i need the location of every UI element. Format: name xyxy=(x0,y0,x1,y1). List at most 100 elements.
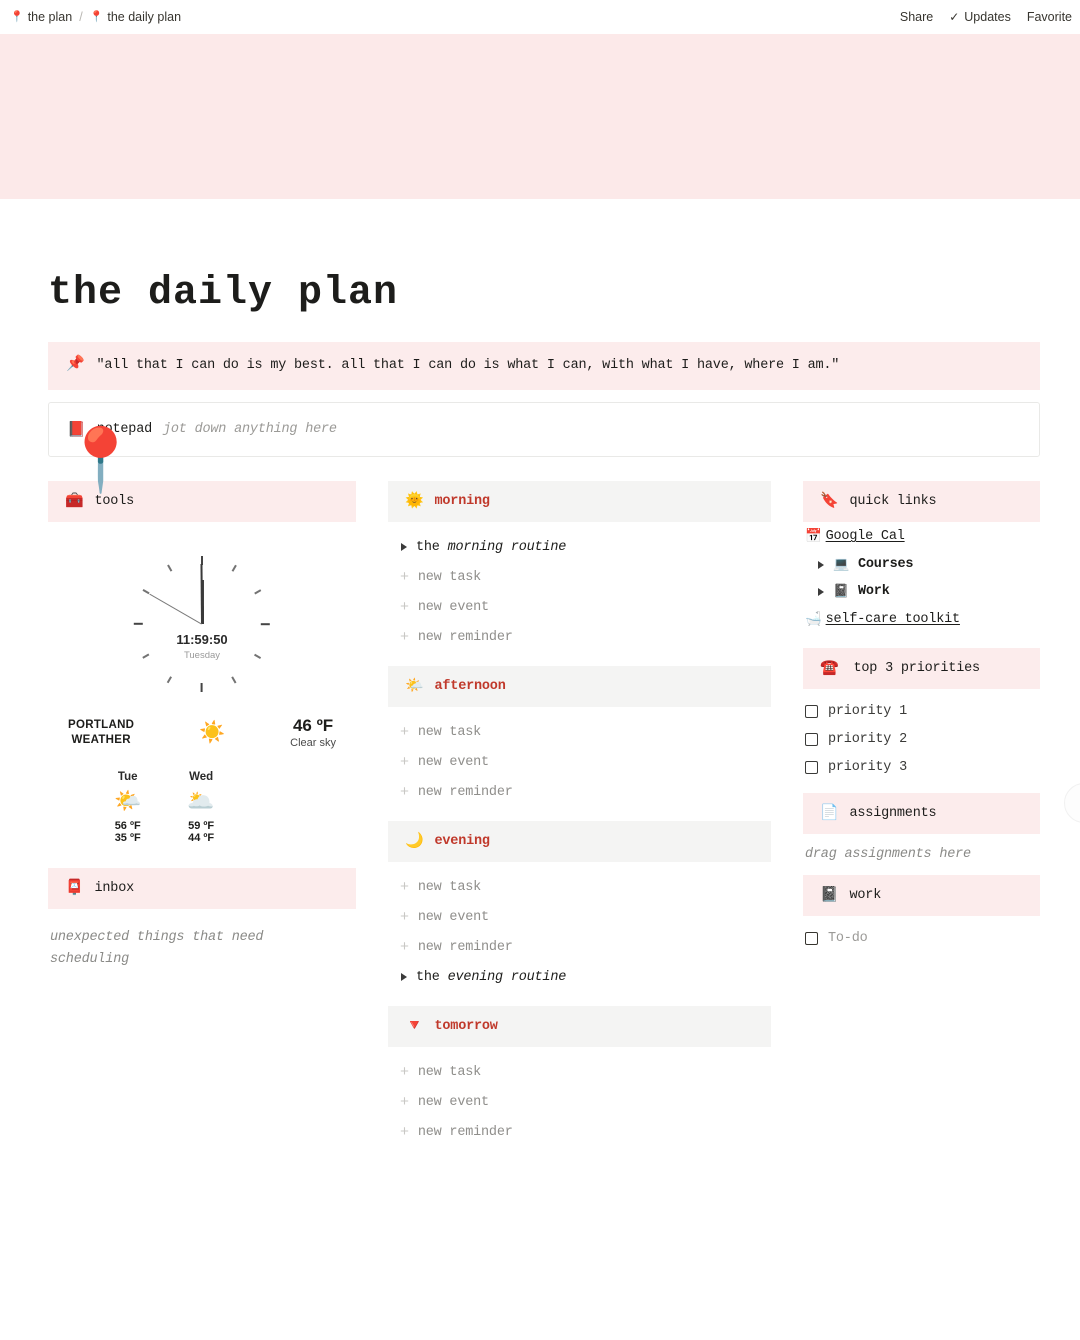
toggle-row[interactable]: the evening routine xyxy=(388,962,771,992)
forecast-day-name: Tue xyxy=(117,771,138,784)
updates-button[interactable]: ✓ Updates xyxy=(949,10,1011,24)
add-row-new-task[interactable]: + new task xyxy=(388,562,771,592)
priority-checkbox-2[interactable]: priority 2 xyxy=(803,725,1040,753)
checkbox-icon[interactable] xyxy=(805,704,818,718)
weather-description: Clear sky xyxy=(290,737,336,750)
add-row-label: new reminder xyxy=(417,939,513,955)
add-row-new-task[interactable]: + new task xyxy=(388,1057,771,1087)
section-header-assignments[interactable]: 📄 assignments xyxy=(803,793,1040,835)
add-row-new-event[interactable]: + new event xyxy=(388,1087,771,1117)
forecast-day: Wed 🌥️ 59 ºF 44 ºF xyxy=(187,771,214,844)
add-row-new-event[interactable]: + new event xyxy=(388,592,771,622)
share-button[interactable]: Share xyxy=(900,10,933,24)
cover-banner[interactable] xyxy=(0,34,1080,199)
weather-widget: PORTLAND WEATHER ☀️ 46 ºF Clear sky Tue … xyxy=(48,716,356,844)
section-header-quick-links[interactable]: 🔖 quick links xyxy=(803,481,1040,523)
add-row-new-reminder[interactable]: + new reminder xyxy=(388,932,771,962)
telephone-icon: ☎️ xyxy=(820,660,839,678)
section-header-evening[interactable]: 🌙 evening xyxy=(388,821,771,863)
checkbox-icon[interactable] xyxy=(805,732,818,746)
forecast-high: 59 ºF xyxy=(188,820,215,833)
priority-label: priority 1 xyxy=(828,703,908,719)
floating-action-circle[interactable] xyxy=(1064,783,1080,823)
breadcrumb-item-the-plan[interactable]: 📍 the plan xyxy=(10,10,72,24)
toggle-row[interactable]: the morning routine xyxy=(388,532,771,562)
quick-link-label: self-care toolkit xyxy=(825,612,961,628)
favorite-button[interactable]: Favorite xyxy=(1027,10,1072,24)
weather-city: PORTLAND xyxy=(68,719,135,732)
add-row-label: new event xyxy=(417,1094,489,1110)
plus-icon: + xyxy=(400,723,409,741)
breadcrumb-label: the daily plan xyxy=(107,10,182,24)
quick-link-toggle-courses[interactable]: 💻 Courses xyxy=(803,551,1040,578)
plus-icon: + xyxy=(400,568,409,586)
plus-icon: + xyxy=(400,753,409,771)
column-left: 🧰 tools 11:59:50 Tuesday PORTLAND WEATHE… xyxy=(48,481,356,970)
plus-icon: + xyxy=(400,628,409,646)
quote-callout[interactable]: 📌 "all that I can do is my best. all tha… xyxy=(48,342,1040,391)
weather-current: PORTLAND WEATHER ☀️ 46 ºF Clear sky xyxy=(68,716,336,749)
checkbox-icon[interactable] xyxy=(805,931,818,945)
weather-word: WEATHER xyxy=(71,733,131,746)
sun-behind-cloud-icon: 🌥️ xyxy=(187,788,215,814)
add-row-new-reminder[interactable]: + new reminder xyxy=(388,777,771,807)
clock-day: Tuesday xyxy=(183,650,221,662)
forecast-low: 44 ºF xyxy=(188,832,215,845)
weather-temperature: 46 ºF xyxy=(292,716,334,736)
page-title[interactable]: the daily plan xyxy=(48,271,1040,316)
toggle-row-label: the morning routine xyxy=(416,539,567,555)
plus-icon: + xyxy=(400,908,409,926)
clock-widget: 11:59:50 Tuesday xyxy=(48,554,356,694)
clock-tick xyxy=(202,623,270,626)
add-row-new-reminder[interactable]: + new reminder xyxy=(388,1117,771,1147)
quick-link-self-care-toolkit[interactable]: 🛁 self-care toolkit xyxy=(803,605,1040,634)
forecast-day: Tue 🌤️ 56 ºF 35 ºF xyxy=(114,771,141,844)
chevron-right-icon xyxy=(818,560,824,569)
section-header-inbox[interactable]: 📮 inbox xyxy=(48,868,356,910)
check-icon: ✓ xyxy=(949,10,960,24)
add-row-label: new event xyxy=(417,754,489,770)
add-row-new-task[interactable]: + new task xyxy=(388,872,771,902)
section-emoji-icon: 🔻 xyxy=(405,1018,424,1036)
add-row-label: new task xyxy=(417,569,482,585)
chevron-right-icon xyxy=(401,973,407,982)
section-header-tomorrow[interactable]: 🔻 tomorrow xyxy=(388,1006,771,1048)
priority-label: priority 2 xyxy=(828,731,908,747)
assignments-drop-hint: drag assignments here xyxy=(805,847,971,863)
quick-link-google-cal[interactable]: 📅 Google Cal xyxy=(803,522,1040,551)
quick-link-toggle-work[interactable]: 📓 Work xyxy=(803,578,1040,605)
page-icon[interactable]: 📍 xyxy=(62,434,139,496)
work-todo-checkbox[interactable]: To-do xyxy=(803,924,1040,952)
weather-location: PORTLAND WEATHER xyxy=(68,718,134,747)
page-facing-up-icon: 📄 xyxy=(820,805,839,823)
checkbox-icon[interactable] xyxy=(805,760,818,774)
breadcrumb: 📍 the plan / 📍 the daily plan xyxy=(10,10,181,24)
priority-checkbox-1[interactable]: priority 1 xyxy=(803,697,1040,725)
section-header-afternoon[interactable]: 🌤️ afternoon xyxy=(388,666,771,708)
section-header-work[interactable]: 📓 work xyxy=(803,875,1040,917)
sun-icon: ☀️ xyxy=(199,720,226,744)
section-header-morning[interactable]: 🌞 morning xyxy=(388,481,771,523)
add-row-new-reminder[interactable]: + new reminder xyxy=(388,622,771,652)
plus-icon: + xyxy=(400,1093,409,1111)
column-layout: 🧰 tools 11:59:50 Tuesday PORTLAND WEATHE… xyxy=(48,481,1040,1161)
postbox-icon: 📮 xyxy=(65,880,84,898)
toggle-row-emphasis: morning routine xyxy=(447,539,567,555)
inbox-hint: unexpected things that need scheduling xyxy=(50,930,264,967)
add-row-new-event[interactable]: + new event xyxy=(388,747,771,777)
forecast-high: 56 ºF xyxy=(114,820,141,833)
weather-readout: 46 ºF Clear sky xyxy=(290,716,336,749)
breadcrumb-item-the-daily-plan[interactable]: 📍 the daily plan xyxy=(90,10,181,24)
plus-icon: + xyxy=(400,1123,409,1141)
bath-icon: 🛁 xyxy=(805,613,822,629)
add-row-new-event[interactable]: + new event xyxy=(388,902,771,932)
notepad-toggle[interactable]: 📕 notepad jot down anything here xyxy=(48,402,1040,458)
clock-minute-hand xyxy=(200,564,204,625)
section-header-priorities[interactable]: ☎️ top 3 priorities xyxy=(803,648,1040,690)
add-row-new-task[interactable]: + new task xyxy=(388,717,771,747)
priority-checkbox-3[interactable]: priority 3 xyxy=(803,753,1040,781)
